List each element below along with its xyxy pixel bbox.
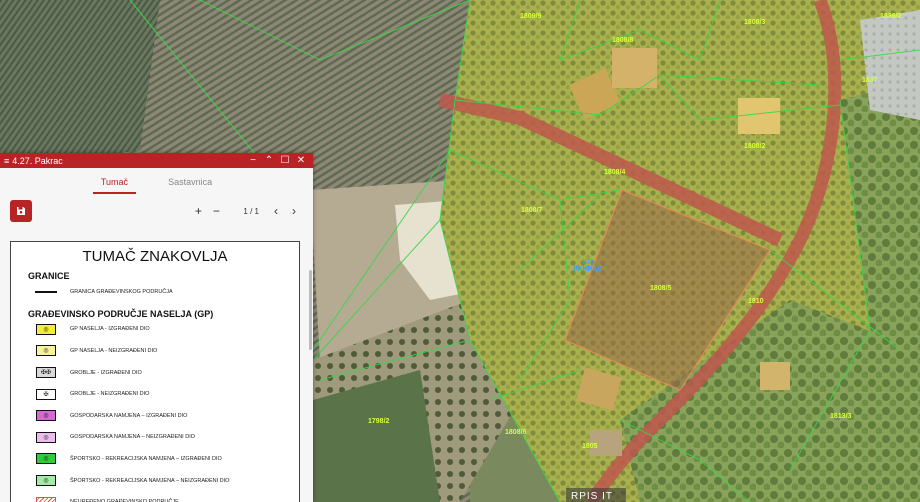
legend-item-label: ŠPORTSKO - REKREACIJSKA NAMJENA – NEIZGR… xyxy=(70,477,230,484)
parcel-label: 1808/5 xyxy=(650,285,672,292)
next-page-button[interactable]: › xyxy=(285,204,303,218)
parcel-label: 1810 xyxy=(748,298,764,305)
maximize-button[interactable]: ☐ xyxy=(277,155,293,166)
legend-item: ◎ GOSPODARSKA NAMJENA – IZGRAĐENI DIO xyxy=(28,405,299,427)
close-button[interactable]: ✕ xyxy=(293,155,309,166)
legend-symbol: ◎ xyxy=(28,345,64,357)
legend-item-label: GOSPODARSKA NAMJENA – NEIZGRAĐENI DIO xyxy=(70,434,195,441)
legend-item: ◎ ŠPORTSKO - REKREACIJSKA NAMJENA – NEIZG… xyxy=(28,470,299,492)
legend-item: ◎ GP NASELJA - IZGRAĐENI DIO xyxy=(28,319,299,341)
legend-symbol: ◎ xyxy=(28,323,64,335)
legend-symbol: ✠✠ xyxy=(28,367,64,379)
svg-text:PAKRAC: PAKRAC xyxy=(573,266,602,273)
legend-symbol: ◎ xyxy=(28,453,64,465)
legend-symbol: ◎ xyxy=(28,410,64,422)
tab-sastavnica[interactable]: Sastavnica xyxy=(160,177,220,194)
legend-title: TUMAČ ZNAKOVLJA xyxy=(82,248,228,265)
legend-item: ✠ GROBLJE - NEIZGRAĐENI DIO xyxy=(28,383,299,405)
panel-title: 4.27. Pakrac xyxy=(12,155,63,166)
legend-item-label: GROBLJE - IZGRAĐENI DIO xyxy=(70,369,142,376)
svg-text:KO: KO xyxy=(583,259,594,266)
building xyxy=(738,98,780,134)
parcel-label: 1808/7 xyxy=(521,207,543,214)
legend-swatch: ◎ xyxy=(36,431,56,443)
legend-item-label: GRANICA GRAĐEVINSKOG PODRUČJA xyxy=(70,288,173,295)
parcel-label: 1808/2 xyxy=(744,143,766,150)
vineyard-area-2 xyxy=(0,0,160,170)
legend-section-heading: GRANICE xyxy=(28,271,70,281)
save-button[interactable] xyxy=(10,200,32,222)
legend-item: ✠✠ GROBLJE - IZGRAĐENI DIO xyxy=(28,362,299,384)
legend-swatch: ✠ xyxy=(36,388,56,400)
minimize-button[interactable]: − xyxy=(245,155,261,166)
collapse-button[interactable]: ⌃ xyxy=(261,155,277,166)
building xyxy=(760,362,790,390)
legend-swatch: ◎ xyxy=(36,410,56,422)
legend-item-label: GP NASELJA - NEIZGRAĐENI DIO xyxy=(70,347,158,354)
panel-toolbar: + − 1 / 1 ‹ › xyxy=(0,194,313,228)
parcel-label: 1808/3 xyxy=(744,19,766,26)
legend-item-label: GOSPODARSKA NAMJENA – IZGRAĐENI DIO xyxy=(70,412,188,419)
zoom-in-button[interactable]: + xyxy=(189,204,207,218)
legend-symbol: ◎ xyxy=(28,475,64,487)
legend-item-label: GP NASELJA - IZGRAĐENI DIO xyxy=(70,326,150,333)
parcel-label: 1813/3 xyxy=(830,413,852,420)
panel-tabs: Tumač Sastavnica xyxy=(0,168,313,194)
legend-item: ◎ GOSPODARSKA NAMJENA – NEIZGRAĐENI DIO xyxy=(28,427,299,449)
tab-tumac[interactable]: Tumač xyxy=(92,177,137,194)
parcel-label: 1836/2 xyxy=(880,13,902,20)
legend-swatch: ◎ xyxy=(36,323,56,335)
legend-swatch: ◎ xyxy=(36,475,56,487)
legend-swatch: ◎ xyxy=(36,453,56,465)
legend-scrollbar[interactable] xyxy=(309,270,312,350)
legend-swatch xyxy=(36,496,56,502)
save-icon xyxy=(17,207,25,215)
legend-item: ◎ ŠPORTSKO - REKREACIJSKA NAMJENA – IZGRA… xyxy=(28,448,299,470)
legend-symbol xyxy=(28,290,64,293)
zoom-out-button[interactable]: − xyxy=(207,204,225,218)
parcel-label: 1805 xyxy=(582,443,598,450)
legend-document: TUMAČ ZNAKOVLJA GRANICE GRANICA GRAĐEVINS… xyxy=(10,241,300,502)
legend-item-label: ŠPORTSKO - REKREACIJSKA NAMJENA – IZGRAĐ… xyxy=(70,455,222,462)
legend-item: GRANICA GRAĐEVINSKOG PODRUČJA xyxy=(28,281,299,303)
legend-item: NEUREĐENO GRAĐEVINSKO PODRUČJE xyxy=(28,491,299,502)
menu-icon[interactable]: ≡ xyxy=(4,156,9,166)
parcel-label: 1808/8 xyxy=(612,37,634,44)
parcel-label: 1809/9 xyxy=(520,13,542,20)
legend-swatch: ✠✠ xyxy=(36,367,56,379)
parcel-label: 1808/6 xyxy=(505,429,527,436)
parcel-label: 1837 xyxy=(862,77,878,84)
parcel-label: 1798/2 xyxy=(368,418,390,425)
legend-section-heading: GRAĐEVINSKO PODRUČJE NASELJA (GP) xyxy=(28,308,214,319)
legend-symbol: ◎ xyxy=(28,431,64,443)
parcel-label: 1808/4 xyxy=(604,169,626,176)
prev-page-button[interactable]: ‹ xyxy=(267,204,285,218)
panel-titlebar[interactable]: ≡ 4.27. Pakrac − ⌃ ☐ ✕ xyxy=(0,153,313,168)
legend-item: ◎ GP NASELJA - NEIZGRAĐENI DIO xyxy=(28,340,299,362)
page-indicator: 1 / 1 xyxy=(243,206,259,216)
legend-panel: ≡ 4.27. Pakrac − ⌃ ☐ ✕ Tumač Sastavnica … xyxy=(0,153,313,502)
legend-swatch xyxy=(35,290,57,293)
legend-item-label: GROBLJE - NEIZGRAĐENI DIO xyxy=(70,391,150,398)
legend-symbol xyxy=(28,496,64,502)
watermark: RPIS IT xyxy=(571,491,613,502)
legend-body: GRANICE GRANICA GRAĐEVINSKOG PODRUČJA GRAĐ… xyxy=(11,271,299,502)
legend-viewer[interactable]: TUMAČ ZNAKOVLJA GRANICE GRANICA GRAĐEVINS… xyxy=(0,228,313,502)
legend-symbol: ✠ xyxy=(28,388,64,400)
legend-swatch: ◎ xyxy=(36,345,56,357)
